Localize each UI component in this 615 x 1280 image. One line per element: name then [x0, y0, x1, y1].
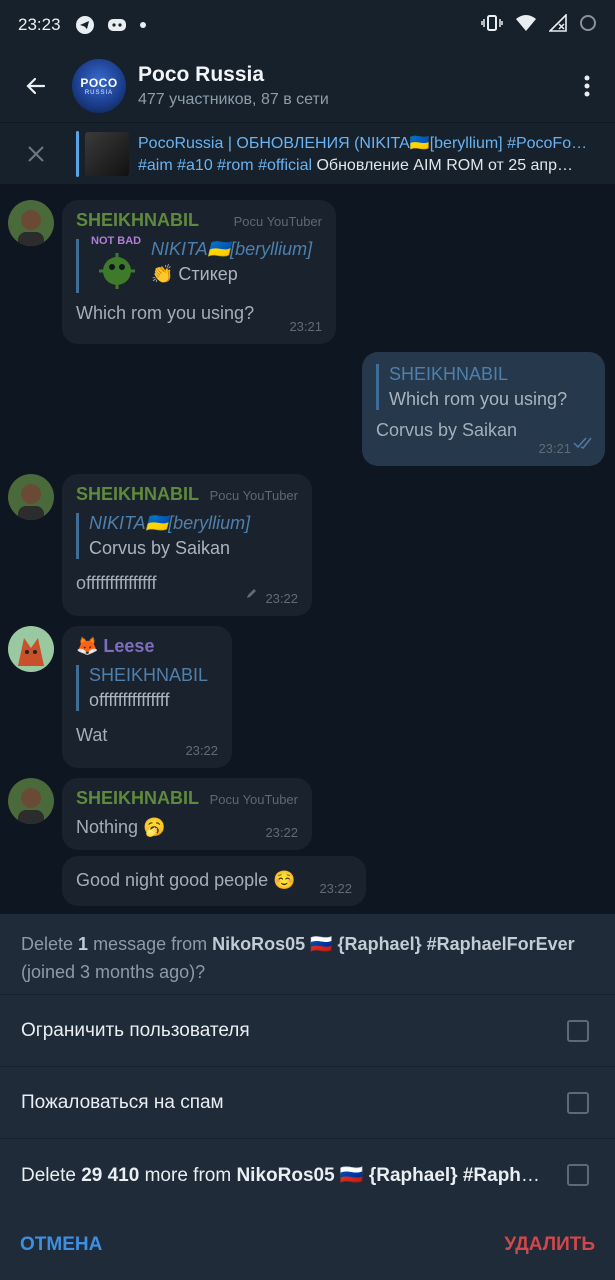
double-check-icon [573, 436, 593, 454]
report-spam-label: Пожаловаться на спам [21, 1091, 224, 1113]
telegram-icon [75, 15, 95, 35]
delete-all-count: 29 410 [81, 1164, 140, 1186]
restrict-user-checkbox[interactable] [567, 1019, 589, 1042]
message-bubble[interactable]: SHEIKHNABIL Pocu YouTuber NOT BAD NIKITA… [62, 200, 336, 344]
message-text: Which rom you using? [76, 303, 255, 323]
pinned-text: PocoRussia | ОБНОВЛЕНИЯ (NIKITA🇺🇦[beryll… [138, 133, 598, 175]
reply-text: Corvus by Saikan [89, 538, 231, 558]
signal-icon [548, 12, 567, 37]
chat-avatar[interactable]: POCO RUSSIA [72, 59, 126, 113]
vibrate-icon [481, 14, 503, 37]
chat-title: Poco Russia [138, 63, 265, 86]
message-bubble[interactable]: SHEIKHNABIL Which rom you using? Corvus … [362, 352, 605, 466]
dialog-title-middle: message from [88, 934, 213, 954]
sender-badge: Pocu YouTuber [209, 792, 298, 807]
close-icon [28, 145, 44, 162]
reply-preview[interactable]: NOT BAD NIKITA🇺🇦[beryllium] 👏 Стикер [76, 235, 322, 293]
more-vertical-icon [584, 75, 590, 97]
reply-preview[interactable]: SHEIKHNABIL offfffffffffffff [76, 665, 218, 711]
message-bubble[interactable]: SHEIKHNABIL Pocu YouTuber Nothing 🥱 23:2… [62, 778, 312, 850]
message-bubble[interactable]: Good night good people ☺️ 23:22 [62, 856, 366, 906]
dialog-title-count: 1 [78, 934, 89, 954]
message-time: 23:21 [538, 441, 571, 456]
reply-author: NIKITA🇺🇦[beryllium] [151, 239, 313, 259]
dialog-title-suffix: (joined 3 months ago)? [21, 962, 206, 982]
reply-text: offfffffffffffff [89, 690, 170, 710]
restrict-user-label: Ограничить пользователя [21, 1019, 250, 1041]
status-time: 23:23 [18, 15, 61, 34]
cancel-button[interactable]: ОТМЕНА [20, 1234, 102, 1256]
pinned-title: PocoRussia | ОБНОВЛЕНИЯ (NIKITA🇺🇦[beryll… [138, 134, 588, 152]
more-menu-button[interactable] [559, 50, 615, 122]
sticker-thumbnail: NOT BAD [89, 235, 145, 293]
chat-info[interactable]: Poco Russia 477 участников, 87 в сети [138, 63, 329, 109]
report-spam-checkbox[interactable] [567, 1091, 589, 1114]
message-text: Good night good people ☺️ [76, 870, 296, 890]
restrict-user-option[interactable]: Ограничить пользователя [0, 994, 615, 1066]
pinned-accent-bar [76, 130, 79, 177]
message-time: 23:22 [185, 743, 218, 758]
status-bar: 23:23 [0, 0, 615, 50]
pinned-preview: #aim #a10 #rom #official Обновление AIM … [138, 157, 598, 175]
reply-text: Which rom you using? [389, 389, 568, 409]
delete-button[interactable]: УДАЛИТЬ [504, 1234, 595, 1256]
message-sender[interactable]: 🦊 Leese [76, 636, 218, 657]
edited-pencil-icon [246, 586, 258, 604]
wifi-icon [515, 14, 537, 37]
pinned-thumbnail [85, 131, 129, 176]
delete-all-user: NikoRos05 🇷🇺 {Raphael} #RaphaelForEver [236, 1164, 546, 1186]
reply-author: NIKITA🇺🇦[beryllium] [89, 513, 251, 533]
sticker-label: NOT BAD [91, 235, 142, 247]
message-list[interactable]: SHEIKHNABIL Pocu YouTuber NOT BAD NIKITA… [0, 184, 615, 914]
dialog-actions: ОТМЕНА УДАЛИТЬ [0, 1210, 615, 1280]
report-spam-option[interactable]: Пожаловаться на спам [0, 1066, 615, 1138]
message-time: 23:21 [289, 319, 322, 334]
pinned-hashtags: #aim #a10 #rom #official [138, 156, 313, 174]
message-text: Corvus by Saikan [376, 420, 518, 440]
reply-author: SHEIKHNABIL [89, 665, 209, 685]
chat-subtitle: 477 участников, 87 в сети [138, 91, 329, 108]
discord-icon [107, 17, 127, 33]
avatar[interactable] [8, 474, 54, 520]
avatar[interactable] [8, 626, 54, 672]
dialog-title-prefix: Delete [21, 934, 79, 954]
reply-preview[interactable]: SHEIKHNABIL Which rom you using? [376, 364, 591, 410]
message-bubble[interactable]: 🦊 Leese SHEIKHNABIL offfffffffffffff Wat… [62, 626, 232, 768]
reply-author: SHEIKHNABIL [389, 364, 509, 384]
battery-icon [579, 14, 597, 37]
delete-all-prefix: Delete [21, 1164, 82, 1186]
dialog-title: Delete 1 message from NikoRos05 🇷🇺 {Raph… [0, 914, 615, 994]
reply-text: 👏 Стикер [151, 264, 238, 284]
chat-avatar-logo-text: POCO [80, 76, 118, 90]
pinned-preview-text: Обновление AIM ROM от 25 апр… [312, 156, 573, 174]
close-pinned-button[interactable] [0, 123, 72, 185]
delete-all-label: Delete 29 410 more from NikoRos05 🇷🇺 {Ra… [21, 1163, 546, 1187]
delete-all-middle: more from [139, 1164, 237, 1186]
back-button[interactable] [0, 50, 72, 122]
chat-header: POCO RUSSIA Poco Russia 477 участников, … [0, 50, 615, 122]
notification-dot-icon [139, 21, 147, 29]
dialog-title-user: NikoRos05 🇷🇺 {Raphael} #RaphaelForEver [212, 934, 575, 954]
reply-preview[interactable]: NIKITA🇺🇦[beryllium] Corvus by Saikan [76, 513, 298, 559]
avatar[interactable] [8, 200, 54, 246]
sender-badge: Pocu YouTuber [233, 214, 322, 229]
message-time: 23:22 [265, 825, 298, 840]
message-time: 23:22 [265, 591, 298, 606]
delete-all-option[interactable]: Delete 29 410 more from NikoRos05 🇷🇺 {Ra… [0, 1138, 615, 1210]
message-bubble[interactable]: SHEIKHNABIL Pocu YouTuber NIKITA🇺🇦[beryl… [62, 474, 312, 616]
message-time: 23:22 [319, 881, 352, 896]
chat-avatar-logo-subtext: RUSSIA [84, 90, 114, 96]
sender-badge: Pocu YouTuber [209, 488, 298, 503]
avatar[interactable] [8, 778, 54, 824]
delete-all-checkbox[interactable] [567, 1163, 589, 1186]
delete-dialog: Delete 1 message from NikoRos05 🇷🇺 {Raph… [0, 914, 615, 1280]
arrow-left-icon [26, 77, 46, 95]
pinned-message-bar[interactable]: PocoRussia | ОБНОВЛЕНИЯ (NIKITA🇺🇦[beryll… [0, 122, 615, 184]
